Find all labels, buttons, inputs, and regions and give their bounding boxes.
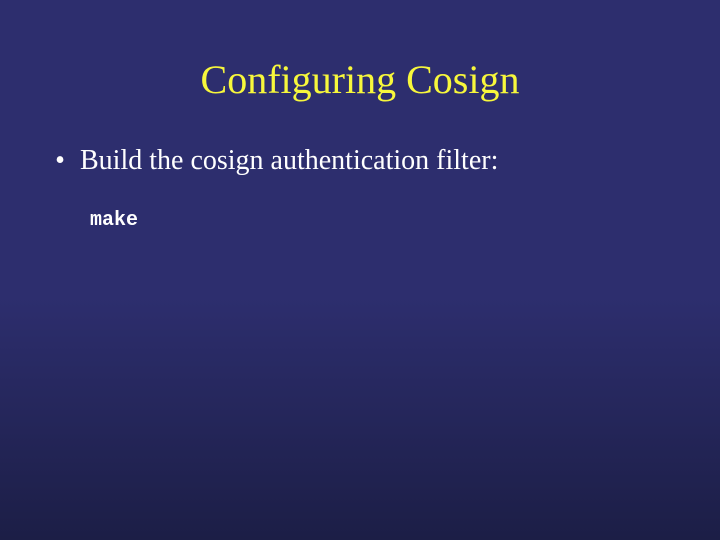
bullet-text: Build the cosign authentication filter: bbox=[80, 145, 498, 177]
bullet-item: • Build the cosign authentication filter… bbox=[48, 145, 720, 177]
slide-body: • Build the cosign authentication filter… bbox=[48, 145, 720, 232]
code-command: make bbox=[90, 209, 720, 232]
bullet-icon: • bbox=[48, 145, 72, 177]
slide-title: Configuring Cosign bbox=[0, 56, 720, 103]
